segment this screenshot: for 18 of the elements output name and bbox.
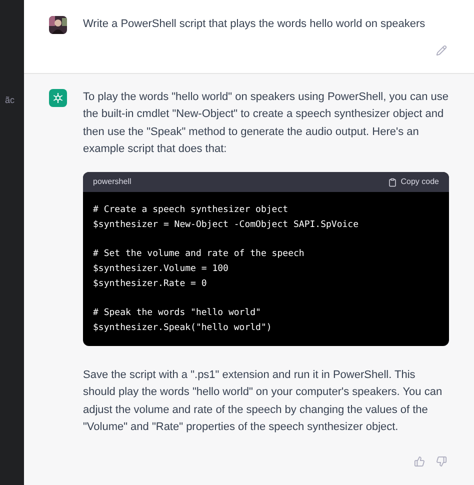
assistant-logo-icon xyxy=(49,89,67,107)
thumbs-down-icon[interactable] xyxy=(436,456,447,468)
sidebar-text: ãc xyxy=(4,94,16,107)
code-line: # Set the volume and rate of the speech xyxy=(93,248,306,262)
assistant-outro-text: Save the script with a ".ps1" extension and run it in PowerShell. This should play the words "hello world" on your computer's speakers. You can adjust the volume and rate of the speech by changing the values of the "Volume" and "Rate" properties of the speech synthesizer object. xyxy=(83,368,444,436)
code-line: $synthesizer.Volume = 100 xyxy=(93,263,230,276)
code-line: $synthesizer = New-Object -ComObject SAPI.SpVoice xyxy=(93,219,360,232)
code-line: # Speak the words "hello world" xyxy=(93,307,262,320)
user-message-text: Write a PowerShell script that plays the words hello world on speakers xyxy=(83,17,426,32)
code-language: powershell xyxy=(93,176,132,188)
thumbs-up-icon[interactable] xyxy=(414,456,425,468)
clipboard-icon xyxy=(388,178,397,187)
code-line: $synthesizer.Rate = 0 xyxy=(93,278,208,292)
edit-icon[interactable] xyxy=(436,45,447,56)
assistant-intro-text: To play the words "hello world" on speakers using PowerShell, you can use the built-in cmdlet "New-Object" to create a speech synthesizer object and then use the "Speak" method to generate the audio output. Here's an example script that does that: xyxy=(83,90,449,157)
code-line: # Create a speech synthesizer object xyxy=(93,204,290,218)
code-line: $synthesizer.Speak("hello world") xyxy=(93,322,273,336)
copy-code-button[interactable]: Copy code xyxy=(388,176,439,188)
